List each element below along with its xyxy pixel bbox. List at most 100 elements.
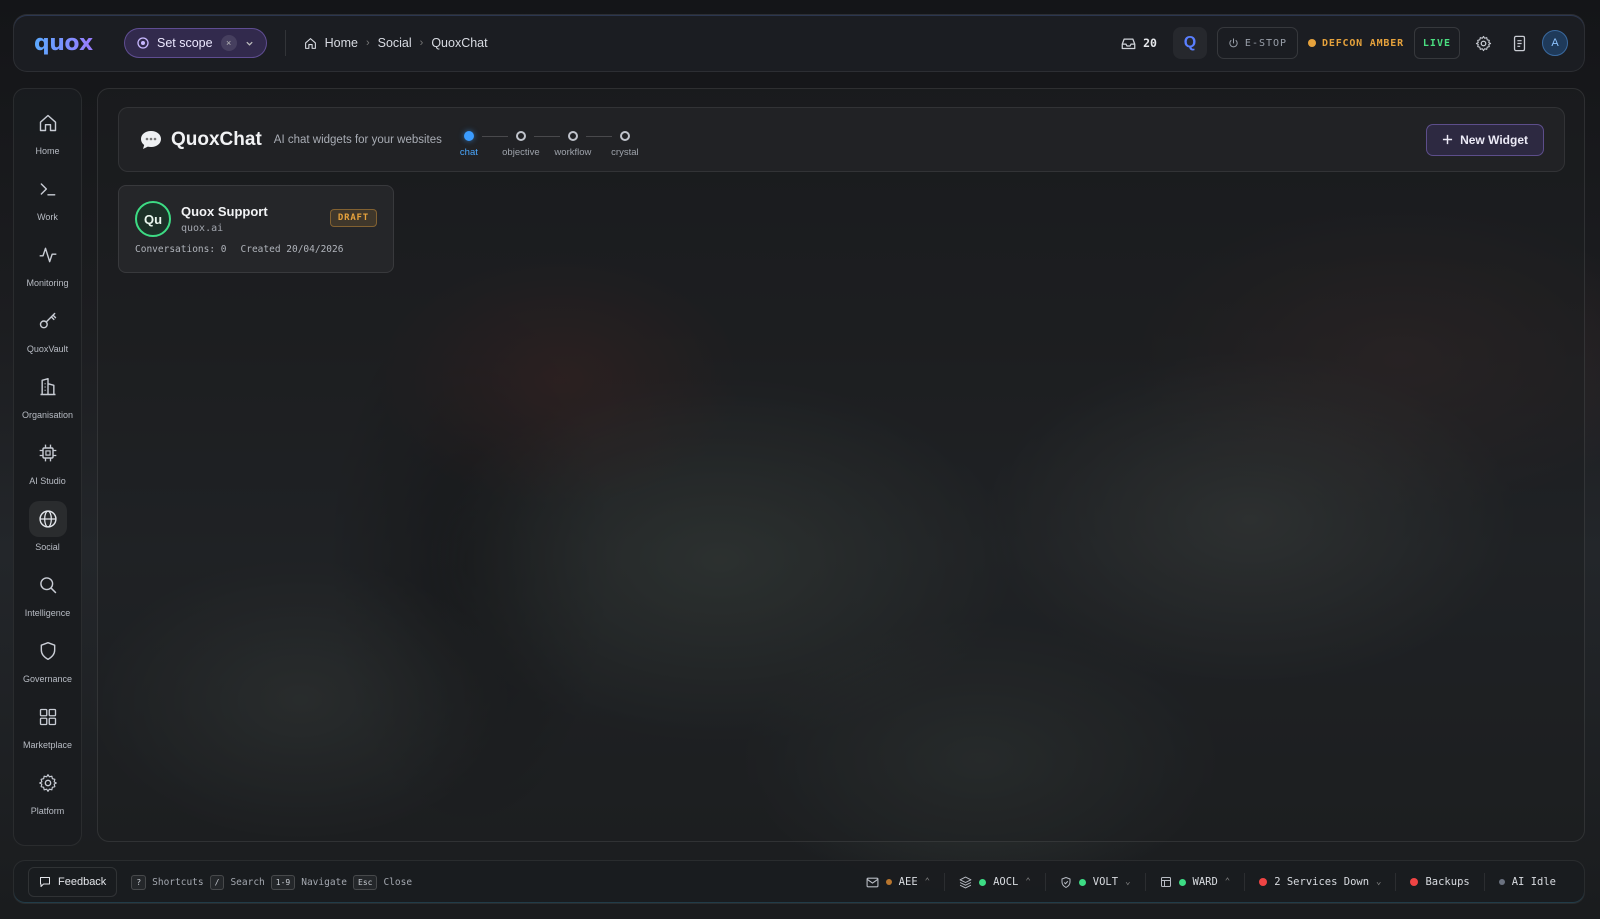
step-workflow[interactable]: workflow [554,131,591,158]
services-down-status[interactable]: 2 Services Down ⌄ [1245,876,1395,888]
sidebar-item-label: Intelligence [24,607,71,618]
sidebar-item-intelligence[interactable]: Intelligence [14,559,81,625]
system-label: VOLT [1092,876,1119,888]
sidebar-item-label: QuoxVault [26,343,69,354]
sidebar-item-marketplace[interactable]: Marketplace [14,691,81,757]
chevron-up-icon: ⌃ [1025,877,1031,887]
ai-status[interactable]: AI Idle [1485,876,1570,888]
sidebar-item-ai-studio[interactable]: AI Studio [14,427,81,493]
sidebar: Home Work Monitoring QuoxVault Organisat… [13,88,82,846]
sidebar-item-label: Work [37,211,58,222]
power-icon [1229,37,1238,47]
inbox-button[interactable]: 20 [1121,36,1157,50]
defcon-status[interactable]: DEFCON AMBER [1308,38,1404,49]
system-label: Backups [1425,876,1470,888]
system-label: 2 Services Down [1274,876,1370,888]
feedback-button[interactable]: Feedback [28,867,118,897]
live-badge[interactable]: LIVE [1413,27,1460,59]
globe-icon [38,509,57,528]
quox-logo[interactable]: quox [34,31,94,56]
system-label: AI Idle [1511,876,1556,888]
step-chat[interactable]: chat [456,131,482,158]
widget-conversations: Conversations: 0 [135,244,227,255]
set-scope-button[interactable]: Set scope × [124,28,267,58]
layout-icon [1160,877,1171,887]
step-crystal[interactable]: crystal [611,131,639,158]
settings-button[interactable] [1470,30,1496,56]
sidebar-item-work[interactable]: Work [14,163,81,229]
scope-clear-button[interactable]: × [220,35,237,51]
status-dot [1178,878,1186,886]
shield-icon [40,641,55,660]
status-dot [1259,878,1268,886]
system-status-group: AEE ⌃ AOCL ⌃ VOLT ⌄ WARD ⌃ 2 Services Do… [852,873,1570,891]
step-dot [619,131,630,141]
divider [284,30,286,56]
search-icon [39,576,56,593]
step-objective[interactable]: objective [502,131,540,158]
status-dot [1410,878,1419,886]
system-aee[interactable]: AEE ⌃ [852,876,944,888]
new-widget-label: New Widget [1460,132,1528,147]
layers-icon [959,876,972,888]
keyboard-shortcuts: ? Shortcuts / Search 1-9 Navigate Esc Cl… [131,874,413,890]
sidebar-item-label: Platform [30,805,65,816]
sidebar-item-organisation[interactable]: Organisation [14,361,81,427]
sidebar-item-label: Organisation [21,409,74,420]
system-aocl[interactable]: AOCL ⌃ [945,876,1045,889]
defcon-label: DEFCON AMBER [1322,37,1404,49]
quox-assistant-button[interactable]: Q [1172,27,1207,59]
home-icon [304,37,316,49]
sidebar-item-home[interactable]: Home [14,97,81,163]
user-avatar[interactable]: A [1542,30,1568,56]
activity-icon [39,247,56,262]
mail-icon [866,877,879,887]
widget-domain: quox.ai [181,223,224,234]
sidebar-item-social[interactable]: Social [14,493,81,559]
scope-label: Set scope [157,36,213,50]
sidebar-item-quoxvault[interactable]: QuoxVault [14,295,81,361]
page-header: QuoxChat AI chat widgets for your websit… [118,107,1565,172]
chip-icon [39,444,56,461]
e-stop-button[interactable]: E-STOP [1216,27,1299,59]
widget-card[interactable]: Qu Quox Support quox.ai DRAFT Conversati… [118,185,394,273]
chevron-down-icon: ⌄ [1125,877,1131,887]
sidebar-item-monitoring[interactable]: Monitoring [14,229,81,295]
key-icon [39,312,56,328]
status-dot [1078,878,1086,886]
breadcrumb-home[interactable]: Home [325,36,358,50]
sidebar-item-label: AI Studio [29,475,66,486]
system-label: WARD [1192,876,1218,888]
sidebar-item-label: Social [35,541,60,552]
chevron-up-icon: ⌃ [1224,877,1231,887]
system-volt[interactable]: VOLT ⌄ [1046,876,1145,889]
system-ward[interactable]: WARD ⌃ [1146,876,1245,888]
backups-status[interactable]: Backups [1396,876,1483,888]
widget-name: Quox Support [181,204,268,219]
shortcut-label: Close [383,876,413,888]
document-icon [1513,35,1525,51]
sidebar-item-label: Home [35,145,60,156]
step-dot [463,131,474,141]
breadcrumb-social[interactable]: Social [378,36,412,50]
sidebar-item-governance[interactable]: Governance [14,625,81,691]
step-label: workflow [554,147,592,158]
breadcrumb: Home › Social › QuoxChat [304,36,488,50]
sidebar-item-platform[interactable]: Platform [14,757,81,823]
new-widget-button[interactable]: New Widget [1426,123,1544,156]
scope-icon [137,37,149,49]
shortcut-label: Search [230,876,265,888]
docs-button[interactable] [1506,30,1532,56]
step-connector [481,136,508,137]
top-actions: 20 Q E-STOP DEFCON AMBER LIVE A [1121,27,1568,59]
step-connector [585,136,612,137]
chat-bubble-icon [141,130,161,149]
kbd-key: ? [131,874,147,890]
page-title: QuoxChat [171,128,262,150]
sidebar-item-label: Governance [22,673,73,684]
main-panel: QuoxChat AI chat widgets for your websit… [97,88,1585,842]
home-icon [39,114,56,131]
top-bar: quox Set scope × Home › Social › QuoxCha… [13,14,1585,72]
chevron-down-icon[interactable] [245,39,254,48]
shield-check-icon [1061,876,1071,888]
